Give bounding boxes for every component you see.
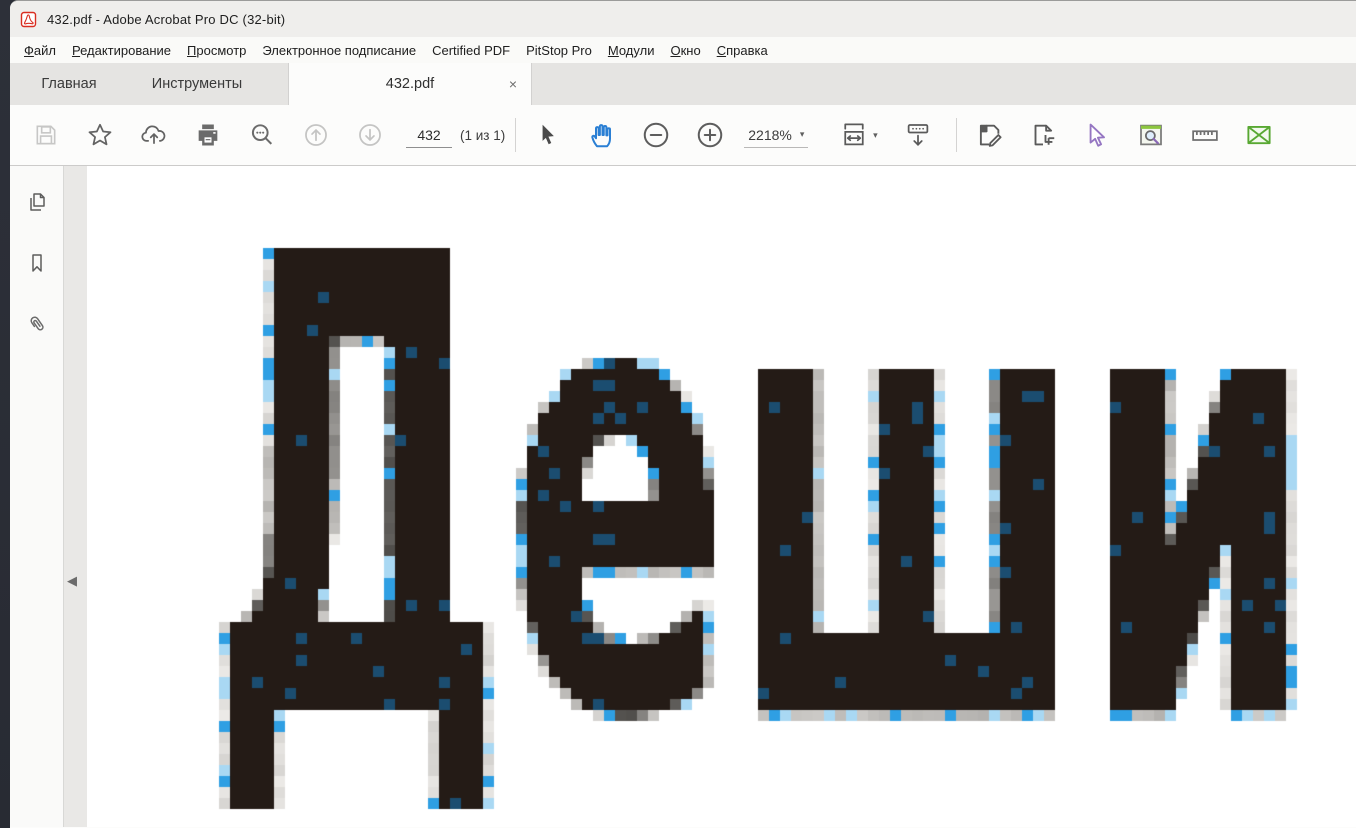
tab-tools[interactable]: Инструменты bbox=[120, 63, 274, 105]
menu-item-file[interactable]: Файл bbox=[16, 40, 64, 61]
attachments-icon bbox=[30, 316, 44, 331]
pitstop-select-button[interactable] bbox=[1077, 115, 1117, 155]
bookmarks-button[interactable] bbox=[23, 249, 51, 277]
hand-tool-icon bbox=[591, 124, 612, 148]
close-tab-icon[interactable]: × bbox=[509, 77, 517, 91]
zoom-level-value: 2218% bbox=[748, 126, 792, 143]
title-bar: 432.pdf - Adobe Acrobat Pro DC (32-bit) bbox=[10, 1, 1356, 37]
fit-width-icon bbox=[844, 123, 864, 146]
menu-item-window[interactable]: Окно bbox=[662, 40, 708, 61]
pitstop-inspector-button[interactable] bbox=[1131, 115, 1171, 155]
save-icon bbox=[36, 125, 56, 145]
menu-item-help[interactable]: Справка bbox=[709, 40, 776, 61]
find-button[interactable] bbox=[242, 115, 282, 155]
measure-icon bbox=[1192, 130, 1219, 141]
tab-document-label: 432.pdf bbox=[385, 76, 435, 92]
zoom-level-dropdown[interactable]: 2218% ▾ bbox=[744, 122, 809, 148]
page-down-icon bbox=[359, 124, 381, 146]
crop-pages-icon bbox=[1034, 124, 1055, 146]
pitstop-select-icon bbox=[1090, 123, 1106, 147]
tab-spacer bbox=[274, 63, 288, 105]
edit-pdf-button[interactable] bbox=[969, 115, 1009, 155]
tab-document[interactable]: 432.pdf × bbox=[288, 63, 532, 105]
page-number-input[interactable]: 432 bbox=[406, 122, 452, 148]
acrobat-pdf-icon bbox=[20, 11, 37, 27]
print-icon bbox=[198, 124, 218, 146]
zoom-in-icon bbox=[698, 122, 723, 148]
window-title: 432.pdf - Adobe Acrobat Pro DC (32-bit) bbox=[47, 11, 286, 27]
menu-item-plugins[interactable]: Модули bbox=[600, 40, 663, 61]
pdf-page-canvas[interactable] bbox=[87, 166, 1356, 827]
document-area: ◀ bbox=[10, 166, 1356, 827]
page-thumbnails-button[interactable] bbox=[23, 188, 51, 216]
menu-item-pitstop-pro[interactable]: PitStop Pro bbox=[518, 40, 600, 61]
select-tool-icon bbox=[542, 124, 555, 145]
toolbar-separator bbox=[515, 118, 517, 152]
fit-width-button[interactable]: ▾ bbox=[832, 115, 884, 155]
page-count-label: (1 из 1) bbox=[460, 127, 506, 143]
chevron-down-icon: ▾ bbox=[873, 129, 878, 140]
next-page-button[interactable] bbox=[350, 115, 390, 155]
scrolling-mode-icon bbox=[908, 124, 929, 146]
menu-item-esign[interactable]: Электронное подписание bbox=[254, 40, 424, 61]
certified-pdf-button[interactable] bbox=[1239, 115, 1279, 155]
scrolling-mode-button[interactable] bbox=[898, 115, 938, 155]
pitstop-inspector-icon bbox=[1140, 124, 1163, 146]
cloud-upload-icon bbox=[141, 125, 166, 145]
page-thumbnails-icon bbox=[29, 193, 45, 211]
edit-pdf-icon bbox=[980, 124, 1002, 147]
tab-home[interactable]: Главная bbox=[18, 63, 120, 105]
page-up-icon bbox=[305, 124, 327, 146]
menu-item-certified-pdf[interactable]: Certified PDF bbox=[424, 40, 518, 61]
main-toolbar: 432 (1 из 1) 2218% ▾ ▾ bbox=[10, 105, 1356, 166]
search-icon bbox=[251, 124, 273, 145]
acrobat-window: 432.pdf - Adobe Acrobat Pro DC (32-bit) … bbox=[10, 0, 1356, 828]
menu-item-view[interactable]: Просмотр bbox=[179, 40, 254, 61]
collapse-panel-button[interactable]: ◀ bbox=[67, 574, 77, 587]
print-button[interactable] bbox=[188, 115, 228, 155]
document-margin-strip: ◀ bbox=[64, 166, 87, 827]
previous-page-button[interactable] bbox=[296, 115, 336, 155]
attachments-button[interactable] bbox=[23, 310, 51, 338]
background-window-edge bbox=[0, 0, 10, 828]
certified-pdf-envelope-icon bbox=[1247, 125, 1271, 145]
zoom-out-icon bbox=[644, 122, 669, 148]
menu-bar: Файл Редактирование Просмотр Электронное… bbox=[10, 37, 1356, 63]
zoom-in-button[interactable] bbox=[690, 115, 730, 155]
zoom-out-button[interactable] bbox=[636, 115, 676, 155]
save-button[interactable] bbox=[26, 115, 66, 155]
favorites-button[interactable] bbox=[80, 115, 120, 155]
tab-bar: Главная Инструменты 432.pdf × bbox=[10, 63, 1356, 105]
star-favorites-icon bbox=[88, 123, 112, 146]
measure-button[interactable] bbox=[1185, 115, 1225, 155]
menu-item-edit[interactable]: Редактирование bbox=[64, 40, 179, 61]
hand-tool-button[interactable] bbox=[582, 115, 622, 155]
share-cloud-button[interactable] bbox=[134, 115, 174, 155]
chevron-down-icon: ▾ bbox=[799, 129, 805, 139]
navigation-pane bbox=[10, 166, 64, 827]
select-tool-button[interactable] bbox=[528, 115, 568, 155]
crop-pages-button[interactable] bbox=[1023, 115, 1063, 155]
toolbar-separator bbox=[956, 118, 958, 152]
bookmarks-icon bbox=[31, 254, 42, 272]
